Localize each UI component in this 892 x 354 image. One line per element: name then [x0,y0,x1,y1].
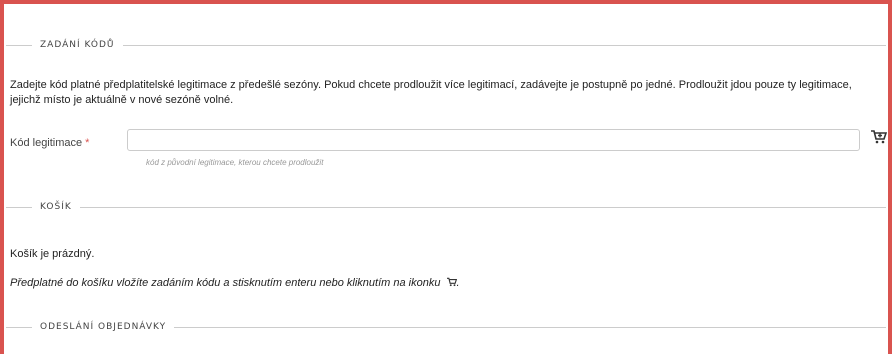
legend-line [6,206,32,208]
legend-line [6,44,32,46]
cart-empty-text: Košík je prázdný. [10,248,95,260]
code-field-label: Kód legitimace * [10,137,89,149]
legend-line [79,206,886,208]
legend-line [6,326,32,328]
section-title: ZADÁNÍ KÓDŮ [40,40,115,50]
cart-instructions-end: . [456,277,460,289]
form-panel-border [0,0,892,354]
code-field-label-text: Kód legitimace [10,137,83,149]
cart-instructions-text: Předplatné do košíku vložíte zadáním kód… [10,277,441,289]
cart-icon [446,277,457,292]
required-marker: * [85,137,90,149]
section-order-legend: ODESLÁNÍ OBJEDNÁVKY [6,320,886,334]
cart-instructions: Předplatné do košíku vložíte zadáním kód… [10,276,882,292]
add-to-cart-button[interactable] [871,129,888,149]
code-input[interactable] [127,129,860,151]
legend-line [174,326,886,328]
legend-line [122,44,886,46]
description-line: Zadejte kód platné předplatitelské legit… [10,79,852,91]
cart-add-icon [871,129,888,149]
code-entry-description: Zadejte kód platné předplatitelské legit… [10,78,882,108]
code-field-hint: kód z původní legitimace, kterou chcete … [146,158,324,167]
section-code-entry-legend: ZADÁNÍ KÓDŮ [6,38,886,52]
section-title: ODESLÁNÍ OBJEDNÁVKY [40,322,167,332]
section-title: KOŠÍK [40,202,72,212]
section-cart-legend: KOŠÍK [6,200,886,214]
description-line: jejichž místo je aktuálně v nové sezóně … [10,94,234,106]
